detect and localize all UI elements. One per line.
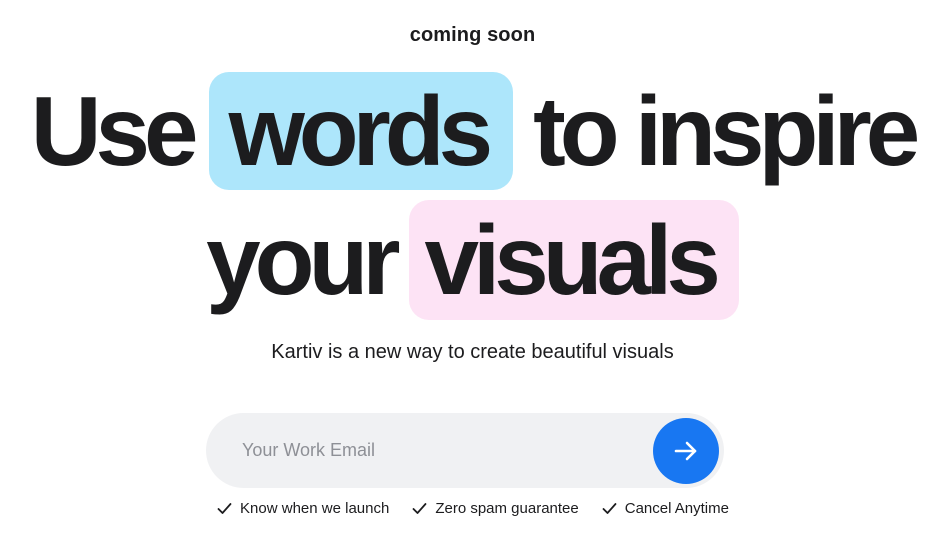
arrow-right-icon <box>672 437 700 465</box>
feature-label: Cancel Anytime <box>624 500 729 517</box>
email-input[interactable] <box>242 413 642 488</box>
feature-item: Cancel Anytime <box>601 500 729 517</box>
check-icon <box>216 500 233 517</box>
headline-word-to-inspire: to inspire <box>533 76 920 186</box>
headline-word-your: your <box>206 205 400 315</box>
signup-form <box>206 413 724 488</box>
feature-item: Zero spam guarantee <box>411 500 579 517</box>
feature-item: Know when we launch <box>216 500 389 517</box>
check-icon <box>601 500 618 517</box>
landing-page: coming soon Use words to inspire your vi… <box>0 0 945 540</box>
coming-soon-label: coming soon <box>409 24 536 46</box>
feature-label: Know when we launch <box>240 500 390 517</box>
headline-word-use: Use <box>30 76 199 186</box>
feature-label: Zero spam guarantee <box>435 500 579 517</box>
subtitle: Kartiv is a new way to create beautiful … <box>271 341 674 363</box>
headline-line-2: your visuals <box>0 200 945 320</box>
check-icon <box>411 500 428 517</box>
headline-highlight-words: words <box>208 72 514 190</box>
headline-highlight-visuals: visuals <box>408 200 739 320</box>
headline-line-1: Use words to inspire <box>0 72 945 190</box>
submit-button[interactable] <box>653 418 719 484</box>
feature-list: Know when we launch Zero spam guarantee … <box>0 500 945 517</box>
